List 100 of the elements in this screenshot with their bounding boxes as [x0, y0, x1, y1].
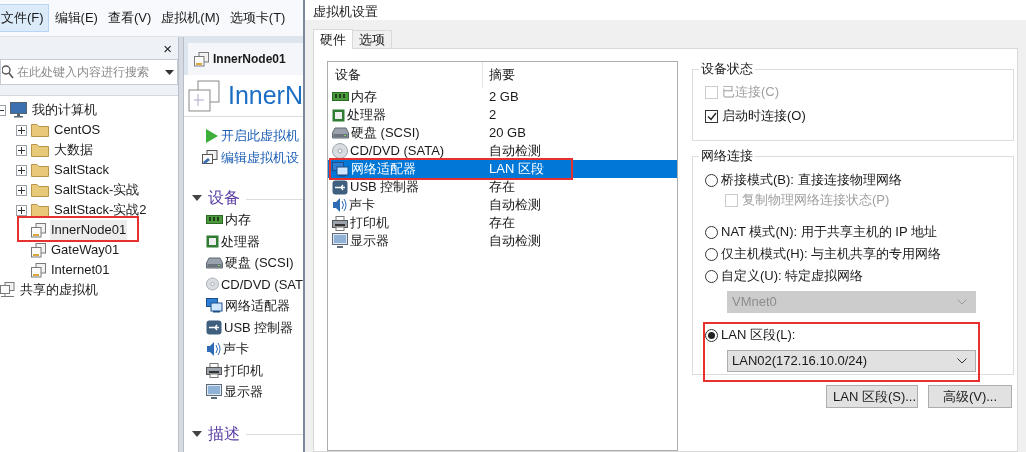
expander-icon[interactable] [16, 184, 27, 196]
menu-item[interactable]: 选项卡(T) [225, 4, 290, 32]
device-name: 显示器 [350, 232, 389, 251]
tab[interactable]: 硬件 [313, 29, 353, 49]
dropdown-caret-icon[interactable] [165, 69, 174, 75]
tree-item[interactable]: InnerNode01 [50, 220, 128, 240]
menu-item[interactable]: 文件(F) [0, 4, 49, 32]
expander-icon[interactable] [16, 164, 27, 176]
device-name: USB 控制器 [350, 178, 420, 197]
tree-item[interactable]: 我的计算机 [31, 100, 98, 120]
memory-icon [332, 92, 349, 102]
chevron-icon [957, 358, 967, 364]
vm-icon [31, 242, 46, 258]
menu-item[interactable]: 编辑(E) [50, 4, 102, 32]
speaker-icon [332, 197, 347, 213]
speaker-icon [206, 340, 221, 357]
device-item[interactable]: CD/DVD (SAT [220, 274, 303, 294]
checkbox-label: 已连接(C) [722, 83, 780, 102]
device-item[interactable]: 打印机 [224, 360, 263, 380]
action-link[interactable]: 开启此虚拟机 [221, 126, 299, 146]
checkbox-label: 复制物理网络连接状态(P) [742, 191, 890, 210]
list-row[interactable]: CD/DVD (SATA) 自动检测 [328, 142, 677, 160]
usb-icon [206, 319, 222, 335]
vm-title: InnerN [227, 79, 303, 111]
expander-icon[interactable] [16, 204, 27, 216]
vm-tab[interactable]: InnerNode01 [188, 43, 303, 75]
list-row[interactable]: USB 控制器 存在 [328, 178, 677, 196]
list-row[interactable]: 声卡 自动检测 [328, 196, 677, 214]
tree-item[interactable]: SaltStack [53, 160, 110, 180]
column-header[interactable]: 设备 [328, 62, 483, 88]
device-summary: LAN 区段 [488, 160, 544, 179]
list-row[interactable]: 显示器 自动检测 [328, 232, 677, 250]
column-header[interactable]: 摘要 [483, 65, 515, 85]
tree-item[interactable]: 共享的虚拟机 [19, 280, 99, 300]
device-name: 内存 [351, 88, 377, 107]
tree-item[interactable]: CentOS [53, 120, 102, 140]
folder-icon [31, 203, 49, 217]
menu-item[interactable]: 虚拟机(M) [157, 4, 224, 32]
folder-icon [31, 123, 49, 137]
radio-button[interactable] [705, 247, 718, 261]
device-item[interactable]: 显示器 [224, 382, 263, 402]
chip-icon [332, 108, 345, 122]
monitor-icon [332, 233, 348, 249]
dialog-button[interactable]: 高级(V)... [928, 385, 1012, 408]
list-row[interactable]: 内存 2 GB [328, 88, 677, 106]
device-item[interactable]: 处理器 [221, 231, 260, 251]
dialog-button[interactable]: LAN 区段(S)... [826, 385, 918, 408]
dropdown[interactable]: LAN02(172.16.10.0/24) [727, 350, 976, 372]
tab-title: InnerNode01 [213, 51, 286, 68]
device-summary: 2 GB [488, 88, 519, 107]
folder-icon [31, 163, 49, 177]
network-adapter-icon [332, 161, 349, 177]
list-row[interactable]: 网络适配器 LAN 区段 [328, 160, 677, 178]
radio-button[interactable] [705, 225, 718, 239]
list-row[interactable]: 处理器 2 [328, 106, 677, 124]
device-summary: 20 GB [488, 124, 526, 143]
chip-icon [206, 234, 219, 248]
radio-button[interactable] [705, 328, 718, 342]
tab[interactable]: 选项 [353, 30, 392, 48]
device-item[interactable]: 内存 [225, 210, 251, 230]
radio-button[interactable] [705, 269, 718, 283]
radio-button[interactable] [705, 173, 718, 187]
tree-item[interactable]: SaltStack-实战 [53, 180, 141, 200]
computer-icon [10, 102, 27, 118]
device-name: 网络适配器 [351, 160, 416, 179]
device-item[interactable]: 网络适配器 [225, 296, 290, 316]
tree-item[interactable]: Internet01 [50, 260, 111, 280]
collapse-icon[interactable] [192, 195, 202, 201]
device-item[interactable]: 声卡 [223, 339, 249, 359]
device-name: 声卡 [349, 196, 375, 215]
dialog-title: 虚拟机设置 [313, 4, 378, 20]
collapse-icon[interactable] [192, 430, 202, 437]
checkbox[interactable] [705, 109, 718, 123]
group-title: 网络连接 [699, 148, 755, 164]
action-link[interactable]: 编辑虚拟机设 [221, 148, 299, 168]
device-name: CD/DVD (SATA) [350, 142, 445, 161]
device-item[interactable]: 硬盘 (SCSI) [225, 253, 294, 273]
radio-label: 桥接模式(B): 直接连接物理网络 [721, 171, 902, 190]
device-item[interactable]: USB 控制器 [224, 317, 294, 337]
usb-icon [332, 179, 348, 195]
list-row[interactable]: 硬盘 (SCSI) 20 GB [328, 124, 677, 142]
expander-icon[interactable] [16, 124, 27, 136]
radio-label: 仅主机模式(H): 与主机共享的专用网络 [721, 245, 942, 264]
disc-icon [332, 143, 348, 159]
device-name: 处理器 [347, 106, 386, 125]
menu-item[interactable]: 查看(V) [103, 4, 156, 32]
device-summary: 存在 [488, 178, 515, 197]
vm-settings-icon [202, 150, 218, 166]
search-field[interactable]: 在此处键入内容进行搜索 [0, 59, 178, 85]
device-summary: 自动检测 [488, 196, 541, 215]
radio-label: 自定义(U): 特定虚拟网络 [721, 267, 864, 286]
device-summary: 自动检测 [488, 232, 541, 251]
tree-item[interactable]: GateWay01 [50, 240, 121, 260]
list-row[interactable]: 打印机 存在 [328, 214, 677, 232]
tree-item[interactable]: SaltStack-实战2 [53, 200, 148, 220]
tree-item[interactable]: 大数据 [53, 140, 94, 160]
expander-icon[interactable] [16, 144, 27, 156]
vm-icon [188, 79, 220, 112]
close-button[interactable]: × [163, 40, 172, 56]
device-summary: 自动检测 [488, 142, 541, 161]
